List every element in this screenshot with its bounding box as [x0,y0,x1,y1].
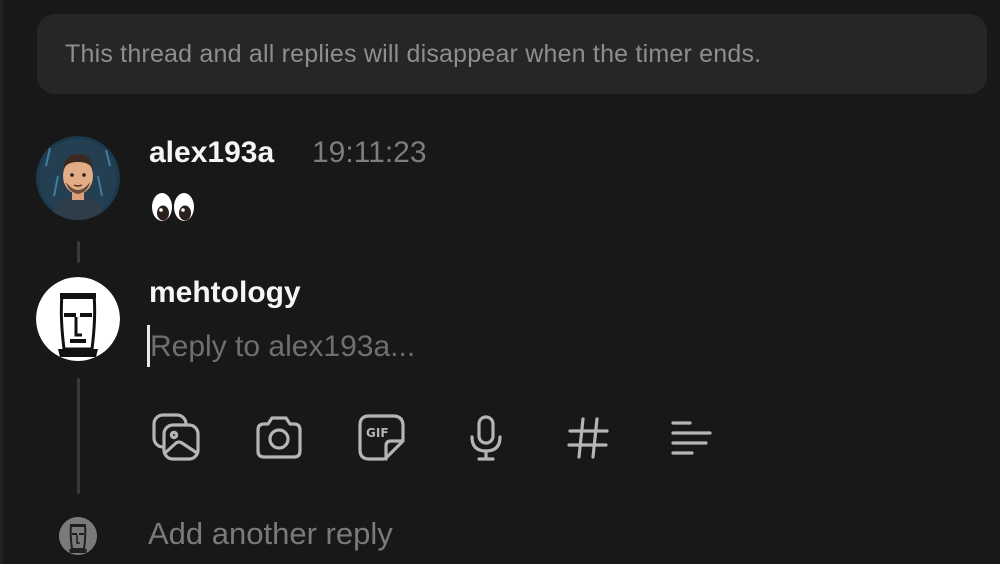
composer-username: mehtology [149,276,301,309]
avatar [59,517,97,555]
photo-library-icon [152,413,200,461]
thread-composer-screen: This thread and all replies will disappe… [0,0,1000,564]
more-options-button[interactable] [664,411,718,465]
post-timestamp: 19:11:23 [312,136,427,169]
camera-button[interactable] [252,411,306,465]
avatar[interactable] [36,277,120,361]
banner-text: This thread and all replies will disappe… [65,39,762,68]
eyes-emoji [150,191,196,223]
disappearing-thread-banner: This thread and all replies will disappe… [37,14,987,94]
svg-text:GIF: GIF [366,426,389,440]
gif-button[interactable]: GIF [355,411,409,465]
reply-input[interactable] [146,326,770,368]
gif-sticker-icon: GIF [358,414,405,461]
thread-connector-line [77,241,80,263]
thread-connector-line [77,378,80,494]
avatar[interactable] [36,136,120,220]
photo-library-button[interactable] [150,411,204,465]
more-lines-icon [671,421,712,455]
text-caret [147,325,150,367]
add-another-reply-button[interactable]: Add another reply [148,516,393,552]
hashtag-icon [567,417,609,459]
hashtag-button[interactable] [561,411,615,465]
voice-note-button[interactable] [459,411,513,465]
microphone-icon [470,415,502,461]
camera-icon [256,416,302,459]
left-divider [0,0,3,564]
post-username[interactable]: alex193a [149,136,274,170]
